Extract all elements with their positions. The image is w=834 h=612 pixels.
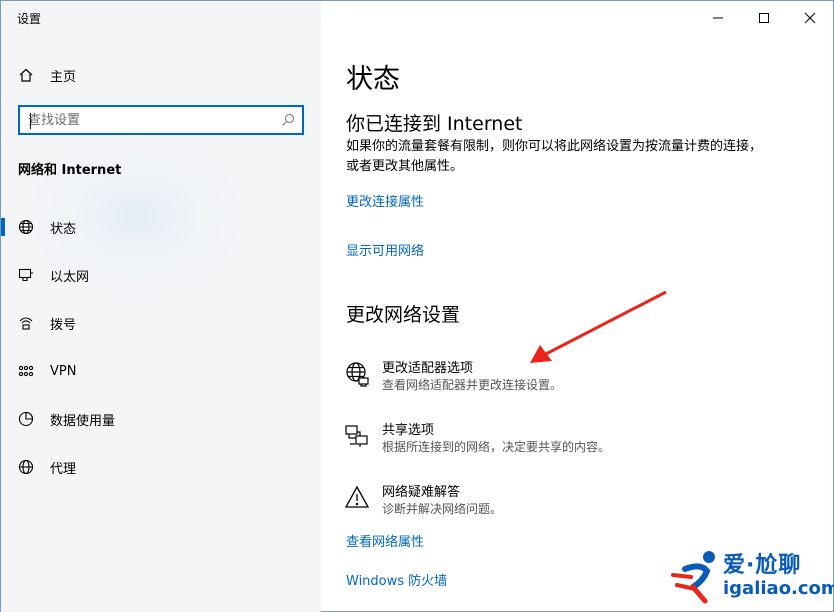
sidebar-item-proxy[interactable]: 代理: [1, 447, 321, 487]
connected-heading: 你已连接到 Internet: [346, 113, 523, 135]
watermark-text: 爱·尬聊: [723, 553, 802, 578]
adapter-globe-icon: [344, 361, 370, 387]
show-available-networks-link[interactable]: 显示可用网络: [346, 240, 424, 259]
sidebar-item-data-usage[interactable]: 数据使用量: [1, 399, 321, 439]
home-icon: [17, 66, 35, 84]
option-description: 诊断并解决网络问题。: [382, 502, 503, 516]
close-icon: [804, 9, 816, 28]
warning-icon: [344, 485, 370, 511]
view-network-properties-link[interactable]: 查看网络属性: [346, 531, 424, 550]
sidebar-item-label: 以太网: [50, 269, 90, 285]
maximize-button[interactable]: [741, 1, 787, 35]
option-title: 更改适配器选项: [382, 361, 474, 376]
dialup-icon: [17, 314, 35, 332]
ethernet-icon: [17, 266, 35, 284]
change-connection-properties-link[interactable]: 更改连接属性: [346, 191, 424, 210]
search-input[interactable]: [28, 111, 268, 129]
vpn-icon: [17, 362, 35, 380]
data-usage-icon: [17, 410, 35, 428]
annotation-arrow-icon: [530, 290, 667, 363]
sidebar-item-vpn[interactable]: VPN: [1, 351, 321, 391]
sharing-options[interactable]: 共享选项 根据所连接到的网络，决定要共享的内容。: [344, 419, 744, 459]
settings-window: 设置 主页 网络和 Internet: [0, 0, 834, 612]
sidebar-item-label: 状态: [50, 221, 77, 237]
runner-logo-icon: [671, 551, 715, 604]
maximize-icon: [758, 9, 770, 28]
sidebar-item-label: 数据使用量: [50, 413, 116, 429]
sidebar-item-dialup[interactable]: 拨号: [1, 303, 321, 343]
close-button[interactable]: [787, 1, 833, 35]
proxy-globe-icon: [17, 458, 35, 476]
sidebar-item-label: VPN: [50, 363, 77, 379]
minimize-button[interactable]: [695, 1, 741, 35]
watermark-url: igaliao.com: [723, 578, 834, 599]
option-title: 共享选项: [382, 423, 435, 438]
search-icon[interactable]: [280, 112, 296, 128]
minimize-icon: [712, 9, 724, 28]
option-description: 查看网络适配器并更改连接设置。: [382, 378, 563, 392]
sidebar-item-label: 主页: [50, 69, 77, 85]
sidebar-item-home[interactable]: 主页: [1, 55, 321, 95]
windows-firewall-link[interactable]: Windows 防火墙: [346, 570, 447, 589]
page-title: 状态: [346, 64, 400, 95]
option-description: 根据所连接到的网络，决定要共享的内容。: [382, 440, 611, 454]
connected-description: 如果你的流量套餐有限制，则你可以将此网络设置为按流量计费的连接，或者更改其他属性…: [346, 139, 763, 174]
option-title: 网络疑难解答: [382, 485, 461, 500]
app-title: 设置: [17, 12, 42, 26]
sidebar-item-status[interactable]: 状态: [1, 207, 321, 247]
sidebar: 设置 主页 网络和 Internet: [1, 1, 321, 612]
sidebar-item-ethernet[interactable]: 以太网: [1, 255, 321, 295]
network-troubleshooter[interactable]: 网络疑难解答 诊断并解决网络问题。: [344, 481, 744, 521]
sharing-icon: [344, 423, 370, 449]
search-box[interactable]: [18, 105, 304, 135]
section-title: 网络和 Internet: [18, 163, 122, 178]
watermark-logo: 爱·尬聊 igaliao.com: [671, 545, 834, 607]
change-network-settings-heading: 更改网络设置: [346, 304, 461, 326]
globe-icon: [17, 218, 35, 236]
sidebar-item-label: 代理: [50, 461, 77, 477]
sidebar-item-label: 拨号: [50, 317, 77, 333]
